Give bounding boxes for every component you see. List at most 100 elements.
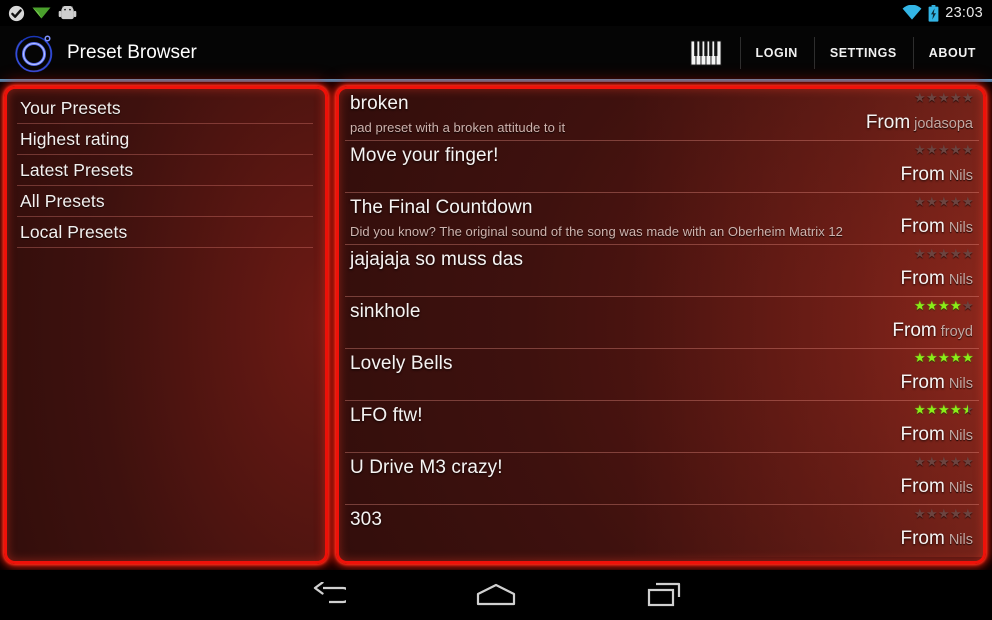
home-icon (476, 583, 516, 606)
preset-from-label: From (892, 320, 937, 341)
sidebar-item-label: Highest rating (20, 129, 130, 149)
action-login-label: LOGIN (755, 46, 798, 60)
preset-author: From Nils (901, 477, 974, 496)
star-icon: ★★ (926, 402, 938, 417)
preset-rating-stars[interactable]: ★ ★ ★ ★ ★ (914, 247, 974, 260)
preset-author-name: froyd (940, 324, 973, 340)
star-icon: ★★ (938, 350, 950, 365)
sidebar-item-label: Your Presets (20, 98, 121, 118)
star-icon: ★ (926, 90, 938, 105)
star-icon: ★★ (962, 402, 974, 417)
preset-author-name: Nils (948, 428, 973, 444)
green-triangle-icon (32, 7, 51, 19)
preset-title: 303 (350, 509, 383, 530)
star-icon: ★ (950, 194, 962, 209)
preset-rating-stars[interactable]: ★ ★ ★ ★ ★ (914, 455, 974, 468)
preset-author-name: Nils (948, 272, 973, 288)
star-icon: ★ (950, 506, 962, 521)
star-icon: ★ (914, 246, 926, 261)
recents-icon (647, 582, 681, 607)
nav-home-button[interactable] (461, 570, 531, 620)
action-login[interactable]: LOGIN (739, 26, 814, 80)
preset-row[interactable]: sinkhole ★ ★ ★ ★ ★ ★ ★ ★ ★ From froyd (339, 297, 983, 349)
piano-keyboard-icon-button[interactable] (676, 26, 740, 80)
sidebar-item-highest-rating[interactable]: Highest rating (7, 124, 325, 155)
star-icon: ★★ (962, 350, 974, 365)
preset-author-name: jodasopa (914, 116, 973, 132)
preset-author-name: Nils (948, 376, 973, 392)
star-icon: ★★ (950, 402, 962, 417)
star-icon: ★ (914, 142, 926, 157)
star-icon: ★ (938, 194, 950, 209)
preset-rating-stars[interactable]: ★ ★ ★ ★ ★ (914, 195, 974, 208)
preset-row[interactable]: broken pad preset with a broken attitude … (339, 89, 983, 141)
preset-rating-stars[interactable]: ★ ★ ★ ★ ★ (914, 507, 974, 520)
nav-recents-button[interactable] (629, 570, 699, 620)
action-bar-actions: LOGIN SETTINGS ABOUT (676, 26, 992, 80)
page-title: Preset Browser (67, 42, 197, 63)
star-icon: ★★ (914, 298, 926, 313)
star-icon: ★★ (926, 298, 938, 313)
piano-keyboard-icon (689, 40, 722, 66)
preset-from-label: From (900, 372, 945, 393)
star-icon: ★ (938, 142, 950, 157)
star-icon: ★★ (950, 350, 962, 365)
status-bar-clock: 23:03 (945, 5, 983, 21)
sidebar-item-latest-presets[interactable]: Latest Presets (7, 155, 325, 186)
star-icon: ★ (926, 142, 938, 157)
preset-title: Move your finger! (350, 145, 499, 166)
star-icon: ★ (938, 454, 950, 469)
preset-row[interactable]: The Final Countdown Did you know? The ori… (339, 193, 983, 245)
status-bar-system-icons: 23:03 (902, 4, 992, 22)
preset-author: From Nils (901, 217, 974, 236)
sidebar-item-label: Local Presets (20, 222, 128, 242)
preset-row[interactable]: Move your finger! ★ ★ ★ ★ ★ From Nils (339, 141, 983, 193)
preset-from-label: From (900, 528, 945, 549)
star-icon: ★ (914, 506, 926, 521)
preset-rating-stars[interactable]: ★ ★ ★ ★ ★ ★ ★ ★ ★ (914, 299, 974, 312)
star-icon: ★ (950, 90, 962, 105)
sidebar-item-your-presets[interactable]: Your Presets (7, 93, 325, 124)
preset-title: broken (350, 93, 409, 114)
preset-title: jajajaja so muss das (350, 249, 524, 270)
preset-from-label: From (865, 112, 911, 133)
sidebar-item-label: Latest Presets (20, 160, 134, 180)
star-icon: ★★ (938, 402, 950, 417)
preset-row[interactable]: jajajaja so muss das ★ ★ ★ ★ ★ From Nils (339, 245, 983, 297)
action-settings[interactable]: SETTINGS (813, 26, 913, 80)
sidebar-list: Your Presets Highest rating Latest Presets… (7, 89, 325, 248)
preset-from-label: From (900, 268, 945, 289)
preset-subtitle: pad preset with a broken attitude to it (350, 120, 566, 135)
preset-list-panel[interactable]: broken pad preset with a broken attitude … (336, 86, 986, 564)
preset-rating-stars[interactable]: ★ ★ ★ ★ ★ (914, 143, 974, 156)
check-circle-icon (8, 5, 25, 21)
star-icon: ★ (926, 246, 938, 261)
preset-rating-stars[interactable]: ★ ★ ★ ★ ★ (914, 91, 974, 104)
star-icon: ★ (950, 454, 962, 469)
star-icon: ★ (938, 90, 950, 105)
wifi-icon (902, 5, 922, 20)
nav-back-button[interactable] (293, 570, 363, 620)
preset-from-label: From (900, 424, 945, 445)
preset-author: From Nils (901, 269, 974, 288)
preset-author-name: Nils (948, 532, 973, 548)
preset-row[interactable]: LFO ftw!★★★★★★★★★★FromNils (339, 401, 983, 453)
preset-author: From Nils (901, 373, 974, 392)
knob-logo-icon[interactable] (12, 31, 59, 75)
preset-row[interactable]: 303 ★ ★ ★ ★ ★ From Nils (339, 505, 983, 557)
preset-rating-stars[interactable]: ★★★★★★★★★★ (914, 351, 974, 364)
action-about[interactable]: ABOUT (912, 26, 992, 80)
star-icon: ★★ (914, 350, 926, 365)
status-bar: 23:03 (0, 0, 992, 26)
sidebar-item-all-presets[interactable]: All Presets (7, 186, 325, 217)
action-about-label: ABOUT (928, 46, 976, 60)
preset-author-name: Nils (948, 220, 973, 236)
preset-rating-stars[interactable]: ★★★★★★★★★★ (914, 403, 974, 416)
sidebar-item-local-presets[interactable]: Local Presets (7, 217, 325, 248)
preset-from-label: From (900, 476, 945, 497)
preset-row[interactable]: U Drive M3 crazy! ★ ★ ★ ★ ★ From Nils (339, 453, 983, 505)
preset-author: From jodasopa (866, 113, 973, 132)
star-icon: ★ (962, 454, 974, 469)
preset-row[interactable]: Lovely Bells ★ ★ ★ ★ ★ ★ ★ ★ ★ ★ From Nils (339, 349, 983, 401)
status-bar-notification-icons (0, 5, 77, 22)
